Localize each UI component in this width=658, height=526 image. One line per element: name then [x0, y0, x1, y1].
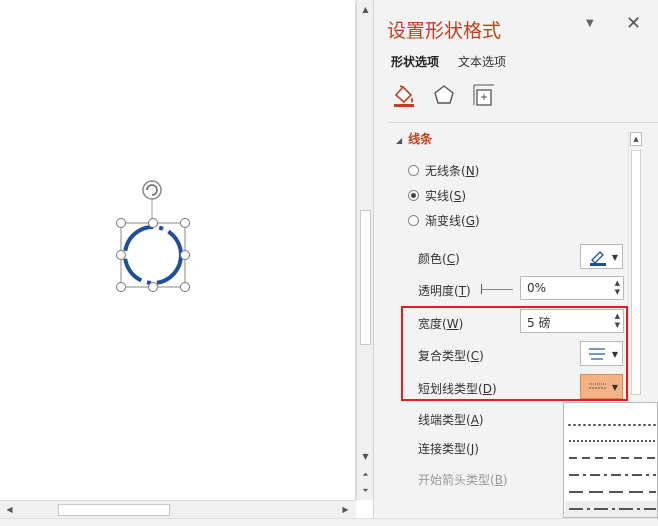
radio-button-selected[interactable]: [408, 190, 419, 201]
color-label: 颜色(C): [418, 252, 460, 266]
next-slide-icon[interactable]: ⏷: [358, 484, 373, 498]
status-strip: [0, 518, 658, 526]
transparency-slider[interactable]: [481, 289, 513, 290]
scroll-up-icon[interactable]: ▲: [358, 3, 373, 17]
radio-solid-line[interactable]: 实线(S): [408, 187, 466, 204]
scroll-right-icon[interactable]: ▶: [338, 503, 353, 517]
pane-scrollbar[interactable]: ▲: [628, 130, 642, 400]
horizontal-scrollbar[interactable]: ◀ ▶: [0, 500, 356, 518]
resize-handles[interactable]: [116, 218, 190, 292]
dash-type-menu[interactable]: [563, 402, 658, 518]
fill-line-icon[interactable]: [391, 82, 417, 108]
radio-button[interactable]: [408, 165, 419, 176]
line-color-button[interactable]: ▼: [580, 244, 623, 269]
collapse-triangle-icon[interactable]: ◢: [396, 136, 402, 145]
slide-canvas-area: ▲ ▼ ⏶ ⏷ ◀ ▶: [0, 0, 373, 526]
transparency-input[interactable]: 0% ▲ ▼: [520, 276, 624, 300]
line-section-header[interactable]: ◢ 线条: [396, 130, 432, 147]
close-icon[interactable]: ✕: [626, 13, 641, 34]
dash-option-long-dash-dot[interactable]: [565, 501, 657, 517]
rotate-handle[interactable]: [142, 180, 162, 223]
pane-options-dropdown-icon[interactable]: ▼: [586, 18, 594, 29]
tab-text-options[interactable]: 文本选项: [458, 53, 506, 70]
spin-arrows-icon[interactable]: ▲ ▼: [615, 279, 620, 297]
effects-pentagon-icon[interactable]: [431, 82, 457, 108]
selected-shape[interactable]: [2, 2, 356, 500]
slide[interactable]: [2, 2, 356, 500]
previous-slide-icon[interactable]: ⏶: [358, 468, 373, 482]
dash-styles-list[interactable]: [564, 403, 657, 517]
tab-divider: [388, 122, 658, 123]
join-type-label[interactable]: 连接类型(J): [418, 440, 479, 457]
radio-gradient-line[interactable]: 渐变线(G): [408, 212, 480, 229]
tab-shape-options[interactable]: 形状选项: [391, 53, 439, 70]
highlight-box: [401, 306, 628, 401]
vertical-scrollbar[interactable]: ▲ ▼ ⏶ ⏷: [356, 0, 373, 500]
pane-scroll-up-icon[interactable]: ▲: [630, 132, 642, 146]
chevron-down-icon: ▼: [611, 253, 618, 262]
scroll-left-icon[interactable]: ◀: [2, 503, 17, 517]
scroll-down-icon[interactable]: ▼: [358, 450, 373, 464]
radio-no-line[interactable]: 无线条(N): [408, 162, 479, 179]
pane-title: 设置形状格式: [387, 20, 502, 42]
dashed-circle-shape: [123, 225, 183, 285]
cap-type-label[interactable]: 线端类型(A): [418, 411, 484, 428]
transparency-label: 透明度(T): [418, 284, 471, 298]
radio-button[interactable]: [408, 215, 419, 226]
horizontal-scroll-thumb[interactable]: [58, 504, 170, 516]
size-properties-icon[interactable]: [471, 82, 497, 108]
pane-scroll-thumb[interactable]: [631, 150, 641, 395]
begin-arrow-type-label[interactable]: 开始箭头类型(B): [418, 471, 508, 488]
pen-color-icon: [590, 251, 606, 266]
vertical-scroll-thumb[interactable]: [360, 210, 371, 345]
